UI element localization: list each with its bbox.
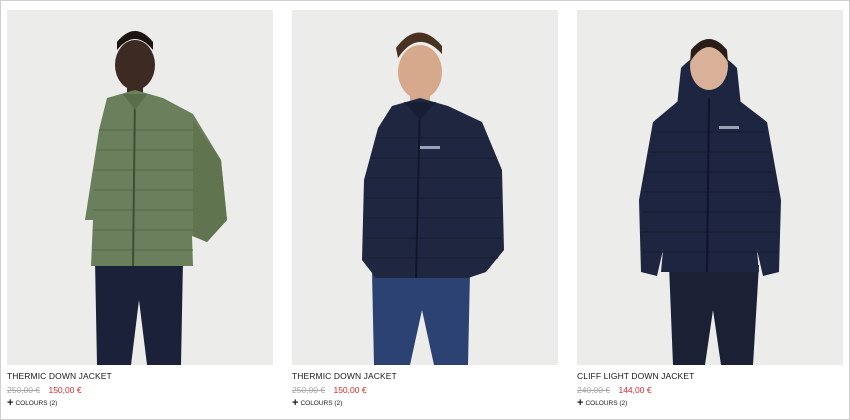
original-price: 250,00 € bbox=[7, 385, 41, 395]
original-price: 240,00 € bbox=[577, 385, 611, 395]
original-price: 250,00 € bbox=[292, 385, 326, 395]
plus-icon: + bbox=[577, 397, 584, 409]
colours-button[interactable]: + COLOURS (2) bbox=[292, 397, 558, 409]
sale-price: 150,00 € bbox=[48, 385, 82, 395]
product-name[interactable]: THERMIC DOWN JACKET bbox=[292, 371, 558, 381]
product-card[interactable]: CLIFF LIGHT DOWN JACKET 240,00 € 144,00 … bbox=[577, 10, 843, 409]
product-prices: 240,00 € 144,00 € bbox=[577, 385, 843, 395]
colours-label: COLOURS (2) bbox=[585, 399, 628, 407]
plus-icon: + bbox=[7, 397, 14, 409]
product-card[interactable]: THERMIC DOWN JACKET 250,00 € 150,00 € + … bbox=[7, 10, 273, 409]
colours-label: COLOURS (2) bbox=[15, 399, 58, 407]
plus-icon: + bbox=[292, 397, 299, 409]
product-image[interactable] bbox=[292, 10, 558, 365]
colours-label: COLOURS (2) bbox=[300, 399, 343, 407]
colours-button[interactable]: + COLOURS (2) bbox=[7, 397, 273, 409]
product-photo-illustration bbox=[85, 31, 227, 365]
product-name[interactable]: CLIFF LIGHT DOWN JACKET bbox=[577, 371, 843, 381]
product-prices: 250,00 € 150,00 € bbox=[7, 385, 273, 395]
sale-price: 150,00 € bbox=[333, 385, 367, 395]
product-name[interactable]: THERMIC DOWN JACKET bbox=[7, 371, 273, 381]
product-prices: 250,00 € 150,00 € bbox=[292, 385, 558, 395]
colours-button[interactable]: + COLOURS (2) bbox=[577, 397, 843, 409]
product-image[interactable] bbox=[7, 10, 273, 365]
product-image[interactable] bbox=[577, 10, 843, 365]
product-card[interactable]: THERMIC DOWN JACKET 250,00 € 150,00 € + … bbox=[292, 10, 558, 409]
product-photo-illustration bbox=[639, 39, 781, 365]
product-photo-illustration bbox=[362, 32, 504, 365]
sale-price: 144,00 € bbox=[618, 385, 652, 395]
